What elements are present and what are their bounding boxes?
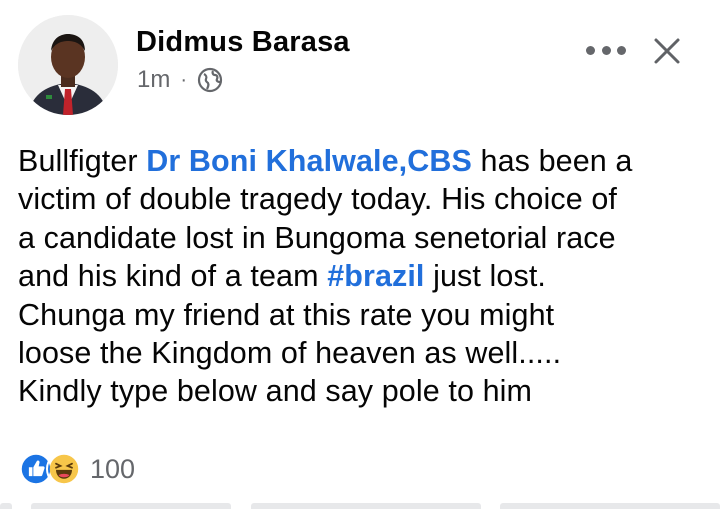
action-button-edge[interactable] <box>250 503 481 509</box>
mention-link[interactable]: Dr Boni Khalwale,CBS <box>146 144 472 178</box>
profile-photo <box>18 15 118 115</box>
avatar[interactable] <box>18 15 118 115</box>
body-text-segment: Bullfigter <box>18 144 147 178</box>
post-timestamp[interactable]: 1m <box>137 66 170 94</box>
reaction-count: 100 <box>90 453 136 484</box>
post-body-line: and his kind of a team #brazil just lost… <box>18 257 708 295</box>
reactions-summary[interactable]: 100 <box>18 451 135 487</box>
post-body-line: Kindly type below and say pole to him <box>18 374 533 409</box>
more-dot-icon <box>586 45 595 55</box>
post-body-line: loose the Kingdom of heaven as well..... <box>18 336 562 371</box>
body-text-segment: has been a <box>471 144 633 178</box>
meta-separator: · <box>180 68 188 91</box>
close-icon[interactable] <box>650 34 684 68</box>
facebook-post: Didmus Barasa 1m · Bullfigter Dr Boni Kh… <box>0 0 720 509</box>
author-name[interactable]: Didmus Barasa <box>136 26 350 59</box>
more-options-button[interactable] <box>586 36 626 64</box>
globe-icon[interactable] <box>197 67 223 93</box>
action-bar-edge <box>0 503 720 509</box>
post-body-line: a candidate lost in Bungoma senetorial r… <box>18 220 616 255</box>
more-dot-icon <box>601 45 611 55</box>
body-text-segment: just lost. <box>424 259 546 294</box>
more-dot-icon <box>617 45 626 55</box>
post-meta: 1m · <box>137 66 223 94</box>
post-body-line: Bullfigter Dr Boni Khalwale,CBS has been… <box>18 142 708 180</box>
action-button-edge[interactable] <box>31 503 232 509</box>
action-button-edge[interactable] <box>499 503 720 509</box>
hashtag-link[interactable]: #brazil <box>327 259 424 293</box>
post-body-line: Chunga my friend at this rate you might <box>18 297 555 332</box>
action-button-edge <box>0 503 12 509</box>
post-body-line: victim of double tragedy today. His choi… <box>18 182 617 217</box>
haha-icon <box>46 451 82 487</box>
body-text-segment: and his kind of a team <box>18 259 328 294</box>
post-body: Bullfigter Dr Boni Khalwale,CBS has been… <box>18 142 708 411</box>
